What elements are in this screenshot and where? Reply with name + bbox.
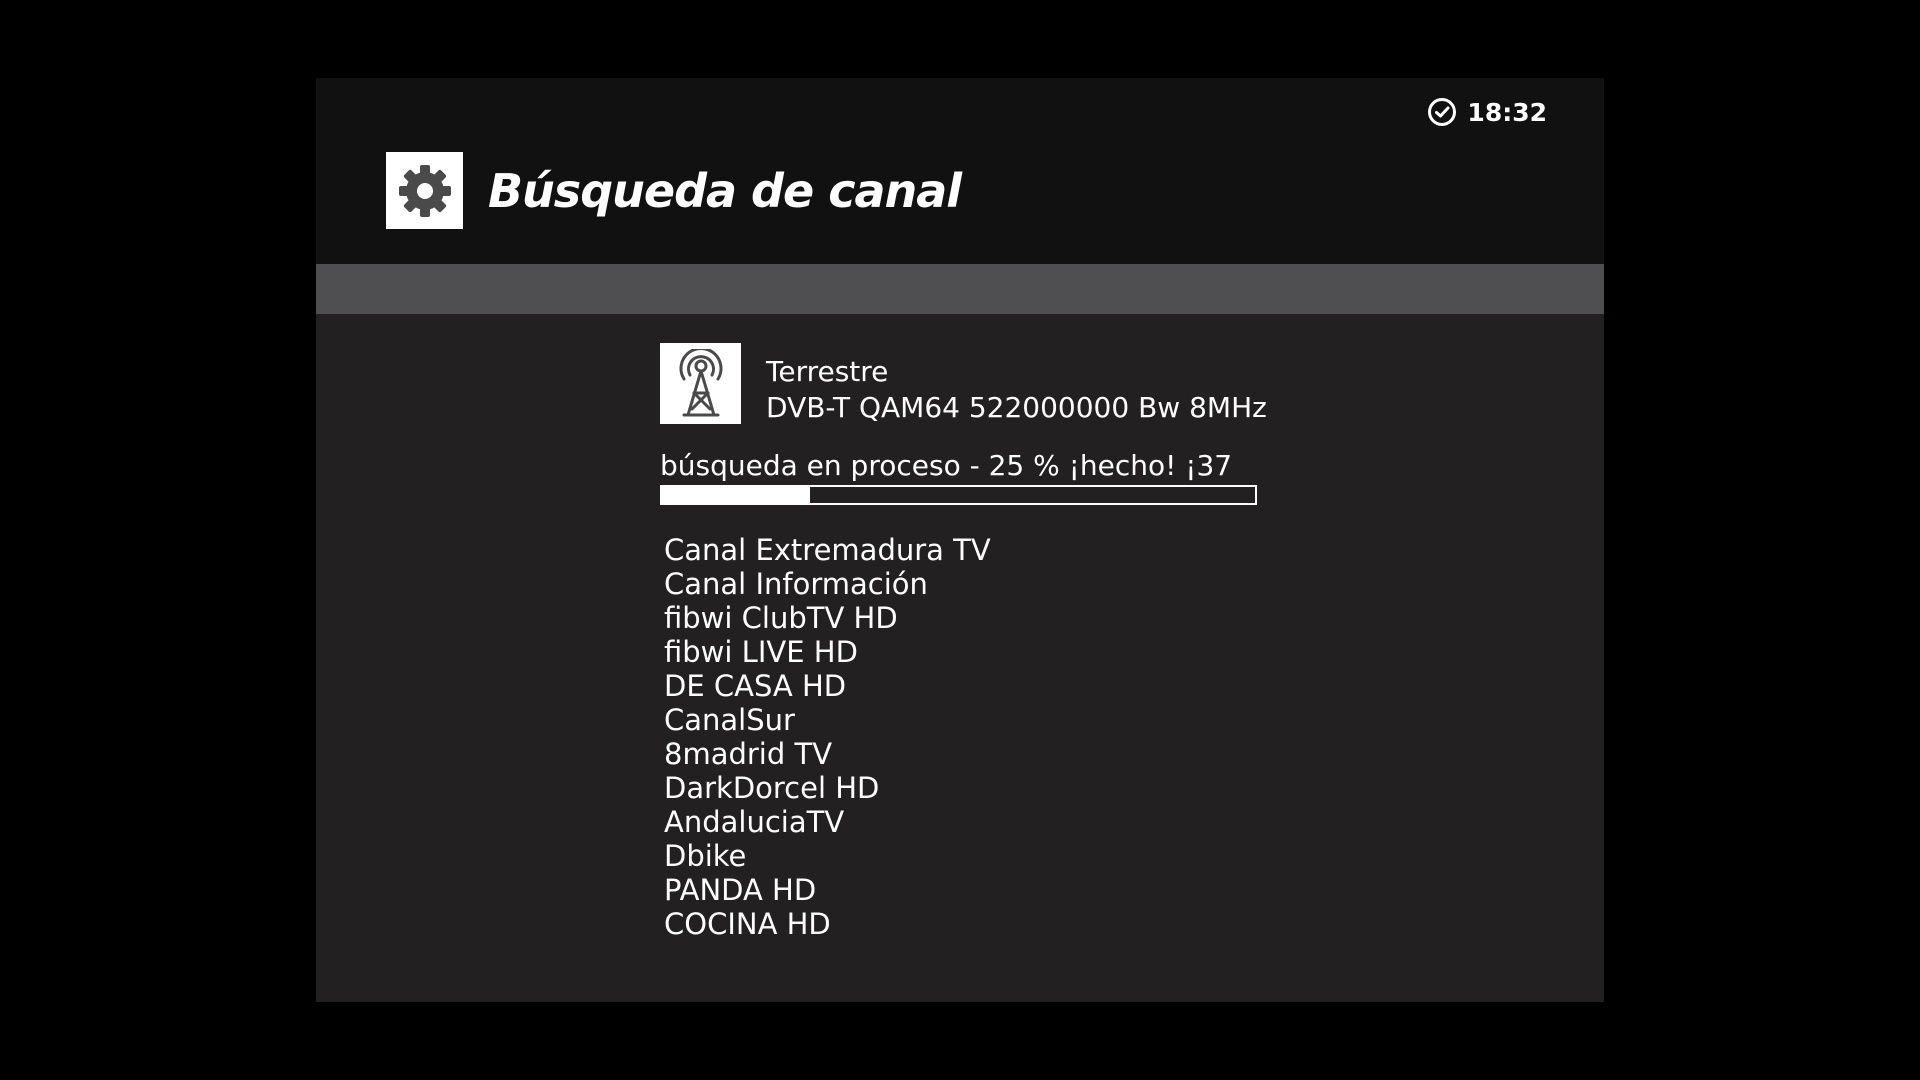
header: 18:32 Búsqueda de canal xyxy=(316,78,1604,264)
signal-type: Terrestre xyxy=(766,355,889,388)
list-item: DE CASA HD xyxy=(664,669,847,703)
gear-icon xyxy=(398,164,451,217)
list-item: AndaluciaTV xyxy=(664,805,845,839)
list-item: Canal Extremadura TV xyxy=(664,533,991,567)
signal-params: DVB-T QAM64 522000000 Bw 8MHz xyxy=(766,391,1267,424)
list-item: CanalSur xyxy=(664,703,795,737)
list-item: fibwi LIVE HD xyxy=(664,635,858,669)
list-item: DarkDorcel HD xyxy=(664,771,880,805)
list-item: 8madrid TV xyxy=(664,737,833,771)
list-item: PANDA HD xyxy=(664,873,817,907)
list-item: fibwi ClubTV HD xyxy=(664,601,898,635)
list-item: COCINA HD xyxy=(664,907,831,941)
progress-bar-fill xyxy=(662,487,811,503)
antenna-tower-icon xyxy=(679,348,722,416)
subheader-bar xyxy=(316,264,1604,314)
settings-icon-box xyxy=(386,152,463,229)
progress-status-text: búsqueda en proceso - 25 % ¡hecho! ¡37 xyxy=(660,449,1233,482)
found-channels-list: Canal Extremadura TV Canal Información f… xyxy=(664,533,991,941)
page-title: Búsqueda de canal xyxy=(488,164,962,218)
clock-time: 18:32 xyxy=(1467,97,1547,127)
list-item: Canal Información xyxy=(664,567,928,601)
clock-icon xyxy=(1428,98,1457,126)
clock: 18:32 xyxy=(1427,94,1547,130)
progress-bar xyxy=(660,485,1257,505)
list-item: Dbike xyxy=(664,839,747,873)
channel-search-screen: 18:32 Búsqueda de canal Terrestre DVB-T … xyxy=(316,78,1604,1002)
antenna-icon-box xyxy=(660,343,741,424)
